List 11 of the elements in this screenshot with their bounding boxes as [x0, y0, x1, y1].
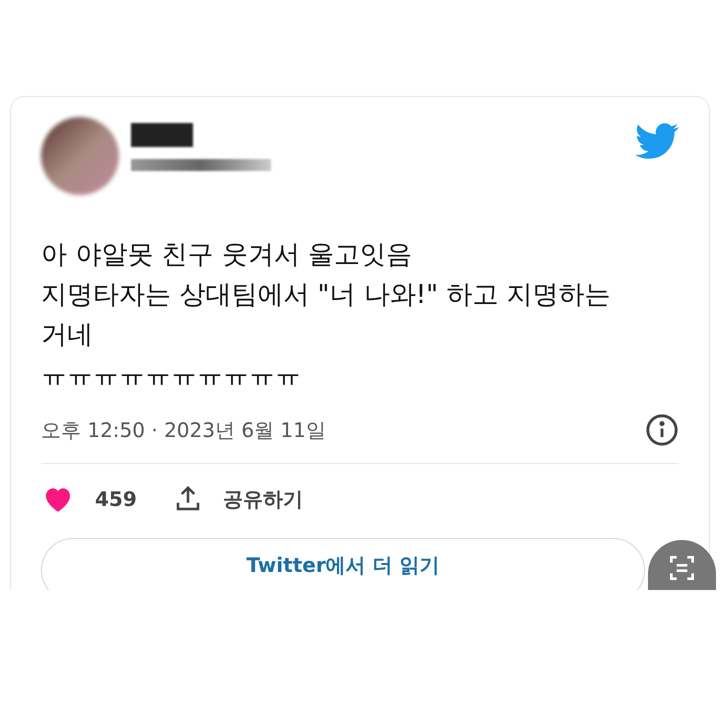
timestamp: 오후 12:50 · 2023년 6월 11일: [41, 417, 326, 444]
tweet-text-line: 지명타자는 상대팀에서 "너 나와!" 하고 지명하는: [41, 279, 612, 312]
share-button[interactable]: 공유하기: [172, 484, 303, 514]
tweet-text-line: 아 야알못 친구 웃겨서 울고잇음: [41, 239, 414, 272]
tweet-text-line: ㅠㅠㅠㅠㅠㅠㅠㅠㅠㅠ: [41, 359, 302, 392]
read-more-button[interactable]: Twitter에서 더 읽기: [41, 538, 645, 590]
tweet-text-line: 거네: [41, 319, 94, 352]
info-icon[interactable]: [645, 413, 679, 447]
like-count: 459: [95, 486, 137, 513]
blurred-name: [131, 123, 193, 147]
lens-button[interactable]: [648, 540, 716, 590]
